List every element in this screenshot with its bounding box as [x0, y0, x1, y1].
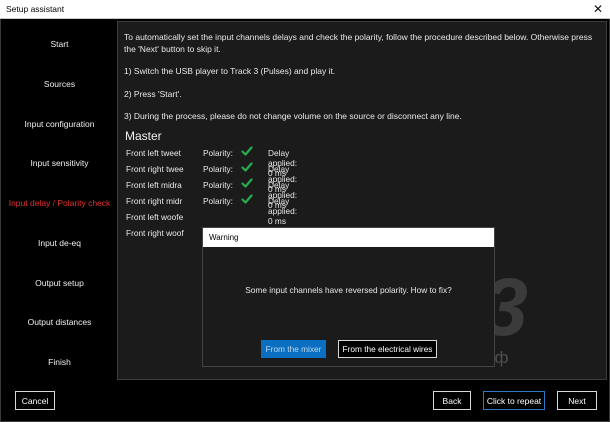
sidebar-item-input-sensitivity[interactable]: Input sensitivity — [3, 158, 116, 168]
sidebar-item-input-configuration[interactable]: Input configuration — [3, 119, 116, 129]
intro-text: To automatically set the input channels … — [124, 32, 593, 54]
polarity-label: Polarity: — [203, 180, 233, 190]
title-bar: Setup assistant ✕ — [0, 0, 610, 19]
sidebar-item-output-distances[interactable]: Output distances — [3, 317, 116, 327]
from-mixer-button[interactable]: From the mixer — [261, 340, 326, 358]
polarity-label: Polarity: — [203, 196, 233, 206]
sidebar-item-finish[interactable]: Finish — [3, 357, 116, 367]
channel-name: Front right midr — [126, 196, 183, 206]
section-title-master: Master — [125, 129, 162, 143]
next-button[interactable]: Next — [557, 391, 597, 410]
window-title: Setup assistant — [6, 4, 65, 14]
polarity-label: Polarity: — [203, 148, 233, 158]
channel-name: Front left woofe — [126, 212, 184, 222]
steps-sidebar: Start Sources Input configuration Input … — [3, 23, 116, 379]
sidebar-item-input-delay-polarity[interactable]: Input delay / Polarity check — [3, 198, 116, 208]
channel-name: Front right woof — [126, 228, 184, 238]
instruction-step-3: 3) During the process, please do not cha… — [124, 111, 462, 121]
sidebar-item-output-setup[interactable]: Output setup — [3, 278, 116, 288]
channel-name: Front left midra — [126, 180, 182, 190]
check-icon — [241, 177, 253, 191]
instruction-step-2: 2) Press 'Start'. — [124, 89, 182, 99]
delay-value: Delay applied: 0 ms — [268, 196, 298, 226]
setup-assistant-window: Start Sources Input configuration Input … — [0, 19, 610, 422]
click-to-repeat-button[interactable]: Click to repeat — [483, 391, 545, 410]
warning-dialog: Warning Some input channels have reverse… — [202, 227, 495, 367]
instruction-step-1: 1) Switch the USB player to Track 3 (Pul… — [124, 66, 336, 76]
check-icon — [241, 161, 253, 175]
check-icon — [241, 193, 253, 207]
channel-name: Front right twee — [126, 164, 184, 174]
close-icon[interactable]: ✕ — [593, 2, 603, 16]
back-button[interactable]: Back — [433, 391, 471, 410]
cancel-button[interactable]: Cancel — [15, 391, 55, 410]
dialog-title: Warning — [209, 233, 239, 242]
sidebar-item-sources[interactable]: Sources — [3, 79, 116, 89]
dialog-title-bar: Warning — [203, 228, 494, 247]
sidebar-item-start[interactable]: Start — [3, 39, 116, 49]
from-electrical-wires-button[interactable]: From the electrical wires — [338, 340, 437, 358]
dialog-message: Some input channels have reversed polari… — [245, 285, 452, 295]
sidebar-item-input-de-eq[interactable]: Input de-eq — [3, 238, 116, 248]
polarity-label: Polarity: — [203, 164, 233, 174]
check-icon — [241, 145, 253, 159]
channel-name: Front left tweet — [126, 148, 181, 158]
